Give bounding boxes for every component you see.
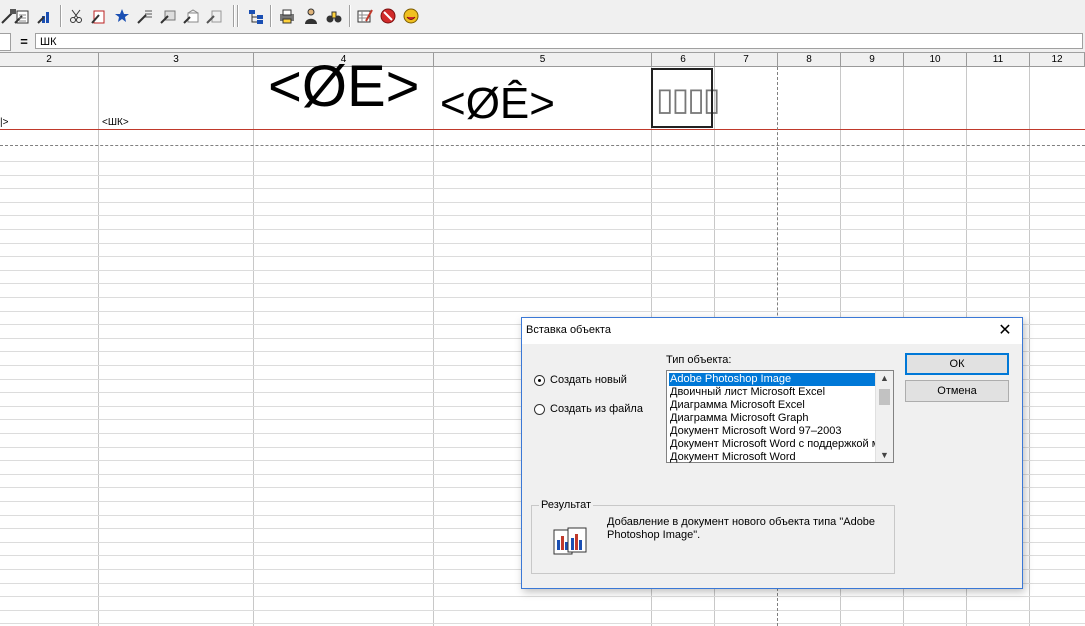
- insert-object-dialog: Вставка объекта ✕ Создать новый Создать …: [521, 317, 1023, 589]
- grid-row-line: [0, 175, 1085, 176]
- radio-create-from-file-label: Создать из файла: [550, 403, 643, 415]
- wand-lines-icon[interactable]: [136, 7, 154, 25]
- radio-create-new-label: Создать новый: [550, 374, 627, 386]
- column-header-8[interactable]: 8: [778, 53, 841, 67]
- list-item[interactable]: Двоичный лист Microsoft Excel: [669, 386, 878, 399]
- radio-selected-icon[interactable]: [534, 375, 545, 386]
- dialog-titlebar[interactable]: Вставка объекта ✕: [522, 318, 1022, 344]
- result-group: Результат Добавление в документ нового о…: [531, 499, 895, 574]
- stop-sign-icon[interactable]: [379, 7, 397, 25]
- column-header-12[interactable]: 12: [1030, 53, 1085, 67]
- object-document-icon: [548, 526, 592, 560]
- grid-row-line: [0, 270, 1085, 271]
- smile-icon[interactable]: [402, 7, 420, 25]
- wand-paste-icon[interactable]: [90, 7, 108, 25]
- scroll-down-icon[interactable]: ▼: [876, 448, 893, 462]
- column-header-7[interactable]: 7: [715, 53, 778, 67]
- column-header-2[interactable]: 2: [0, 53, 99, 67]
- close-icon[interactable]: ✕: [996, 322, 1014, 340]
- formula-equals-button[interactable]: =: [14, 34, 34, 50]
- person-icon[interactable]: [302, 7, 320, 25]
- list-item[interactable]: Диаграмма Microsoft Excel: [669, 399, 878, 412]
- cell-reference-box[interactable]: [0, 33, 11, 51]
- grid-row-line: [0, 202, 1085, 203]
- formula-bar: = ШК: [0, 32, 1085, 53]
- list-item[interactable]: Документ Microsoft Word: [669, 451, 878, 464]
- wand-star-icon[interactable]: [113, 7, 131, 25]
- formula-input[interactable]: ШК: [35, 33, 1083, 49]
- object-type-list[interactable]: Adobe Photoshop Image Двоичный лист Micr…: [666, 370, 894, 463]
- grid-row-line: [0, 610, 1085, 611]
- selected-cell[interactable]: [651, 68, 713, 128]
- wand-chart-icon[interactable]: [36, 7, 54, 25]
- ok-button[interactable]: ОК: [905, 353, 1009, 375]
- grid-row-line: [0, 229, 1085, 230]
- dialog-title: Вставка объекта: [526, 324, 611, 336]
- grid-row-line: [0, 283, 1085, 284]
- radio-unselected-icon[interactable]: [534, 404, 545, 415]
- wand-list-icon[interactable]: [205, 7, 223, 25]
- list-item[interactable]: Adobe Photoshop Image: [669, 373, 878, 386]
- grid-row-line: [0, 623, 1085, 624]
- column-header-6[interactable]: 6: [652, 53, 715, 67]
- list-item[interactable]: Документ Microsoft Word с поддержкой м: [669, 438, 878, 451]
- grid-row-line: [0, 161, 1085, 162]
- grid-row-line: [0, 243, 1085, 244]
- wand-page-icon[interactable]: [13, 7, 31, 25]
- radio-create-new[interactable]: Создать новый: [534, 373, 684, 389]
- wand-cut-icon[interactable]: [67, 7, 85, 25]
- grid-row-line: [0, 256, 1085, 257]
- list-scrollbar[interactable]: ▲ ▼: [875, 371, 893, 462]
- binoculars-icon[interactable]: [325, 7, 343, 25]
- toolbar: [0, 0, 1085, 33]
- list-item[interactable]: Диаграмма Microsoft Graph: [669, 412, 878, 425]
- list-item[interactable]: Документ Microsoft Word 97–2003: [669, 425, 878, 438]
- object-type-label: Тип объекта:: [666, 354, 732, 366]
- column-header-5[interactable]: 5: [434, 53, 652, 67]
- grid-row-line: [0, 297, 1085, 298]
- column-header-10[interactable]: 10: [904, 53, 967, 67]
- scroll-up-icon[interactable]: ▲: [876, 371, 893, 385]
- result-label: Результат: [539, 499, 594, 511]
- radio-create-from-file[interactable]: Создать из файла: [534, 402, 684, 418]
- printer-stack-icon[interactable]: [278, 7, 296, 25]
- grid-row-line: [0, 188, 1085, 189]
- cell-large-text-1[interactable]: <ØE>: [268, 57, 420, 117]
- cancel-button[interactable]: Отмена: [905, 380, 1009, 402]
- table-tree-icon[interactable]: [247, 7, 265, 25]
- scroll-thumb[interactable]: [879, 389, 890, 405]
- cell-large-text-2[interactable]: <ØÊ>: [440, 81, 555, 127]
- cell-text-left[interactable]: |>: [0, 117, 8, 128]
- result-description: Добавление в документ нового объекта тип…: [607, 516, 876, 541]
- column-header-11[interactable]: 11: [967, 53, 1030, 67]
- wand-image-icon[interactable]: [159, 7, 177, 25]
- table-edit-icon[interactable]: [356, 7, 374, 25]
- cell-text-shk[interactable]: <ШК>: [102, 117, 129, 128]
- page-break-horizontal: [0, 145, 1085, 146]
- grid-row-line: [0, 596, 1085, 597]
- column-header-3[interactable]: 3: [99, 53, 254, 67]
- wand-box-icon[interactable]: [182, 7, 200, 25]
- band-separator-line: [0, 129, 1085, 130]
- grid-row-line: [0, 311, 1085, 312]
- grid-row-line: [0, 215, 1085, 216]
- column-header-9[interactable]: 9: [841, 53, 904, 67]
